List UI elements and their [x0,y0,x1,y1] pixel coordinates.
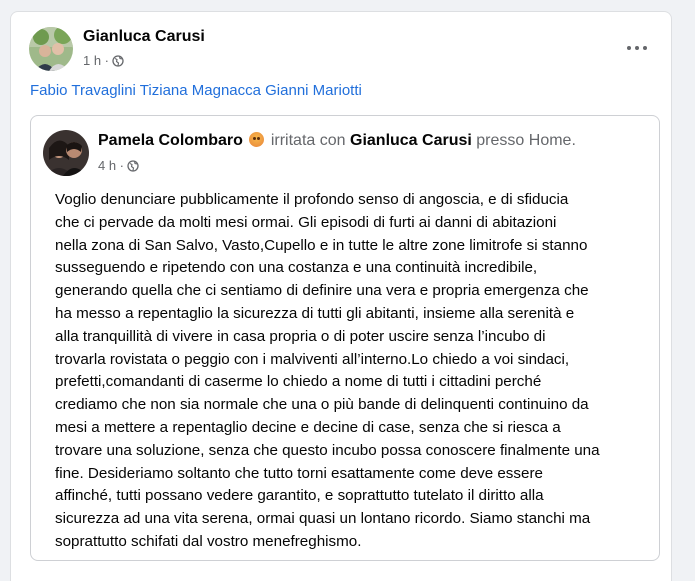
shared-post-text: Voglio denunciare pubblicamente il profo… [55,189,645,554]
post-text-line: fine. Desideriamo soltanto che tutto tor… [55,464,543,482]
shared-author-avatar[interactable] [43,130,89,176]
post-text-line: nella zona di San Salvo, Vasto,Cupello e… [55,236,588,254]
post-text-line: soprattutto schifati dal vostro menefreg… [55,532,362,550]
tagged-people: Fabio Travaglini Tiziana Magnacca Gianni… [30,82,362,99]
post-meta: 1 h · [83,53,124,68]
more-options-button[interactable] [619,36,655,60]
post-text-line: ha messo a repentaglio la sicurezza di t… [55,304,575,322]
shared-header: Pamela Colombaro irritata con Gianluca C… [98,132,576,150]
author-name[interactable]: Gianluca Carusi [83,28,205,46]
post-text-line: Voglio denunciare pubblicamente il profo… [55,191,569,208]
tagged-person-link[interactable]: Gianni Mariotti [265,82,362,99]
post-card: Gianluca Carusi 1 h · Fabio Travaglini T… [10,11,672,581]
more-icon [627,46,631,50]
post-text-line: che ci pervade da molti mesi ormai. Gli … [55,213,557,231]
globe-icon [112,54,124,67]
post-text-line: alla tranquillità di vivere in casa prop… [55,327,546,345]
shared-time[interactable]: 4 h · [98,158,124,173]
tagged-person-link[interactable]: Tiziana Magnacca [140,82,261,99]
globe-icon [127,159,139,172]
post-time[interactable]: 1 h · [83,53,109,68]
angry-emoji-icon [249,132,265,147]
tagged-person-link[interactable]: Fabio Travaglini [30,82,136,99]
post-text-line: sicurezza ad una vita serena, ormai quas… [55,510,591,528]
more-icon-dot [635,46,639,50]
location-prefix: presso [476,132,525,149]
location-text[interactable]: Home. [529,132,576,149]
shared-post[interactable]: Pamela Colombaro irritata con Gianluca C… [30,115,660,561]
more-icon-dot [643,46,647,50]
post-text-line: susseguendo e ripetendo con una costanza… [55,259,538,277]
post-text-line: generando quella che ci sentiamo di defi… [55,282,589,300]
feeling-text: irritata con [270,132,346,149]
post-text-line: trovarla rovistata o peggio con i malviv… [55,350,570,368]
tagged-with-name[interactable]: Gianluca Carusi [350,132,472,149]
author-avatar[interactable] [29,27,73,71]
post-text-line: trovare una soluzione, senza che questo … [55,441,600,459]
post-text-line: crediamo che non sia normale che una o p… [55,396,589,414]
shared-meta: 4 h · [98,158,139,173]
shared-author-name[interactable]: Pamela Colombaro [98,132,243,149]
post-text-line: mesi a mettere a repentaglio decine e de… [55,418,561,436]
post-text-line: affinché, tutti possano vedere garantito… [55,487,544,505]
post-text-line: prefetti,comandanti di caserme lo chiedo… [55,373,542,391]
